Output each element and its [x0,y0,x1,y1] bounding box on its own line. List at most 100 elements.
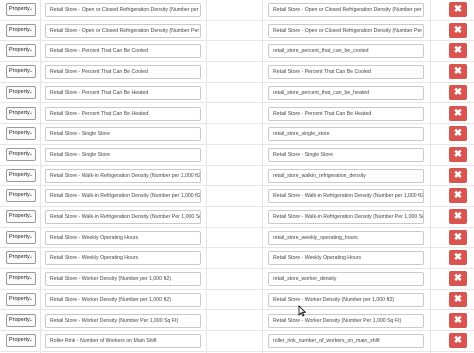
field-name-input[interactable]: Retail Store - Percent That Can Be Coole… [45,65,201,80]
type-select[interactable]: Property ⌄ [6,272,36,286]
field-key-input[interactable]: Retail Store - Worker Density (Number pe… [268,292,424,307]
field-name-input[interactable]: Retail Store - Percent That Can Be Coole… [45,44,201,59]
field-name-input[interactable]: Retail Store - Percent That Can Be Heate… [45,106,201,121]
delete-row-button[interactable]: ✖ [449,291,467,307]
delete-row-button[interactable]: ✖ [449,188,467,204]
type-select[interactable]: Property ⌄ [6,147,36,161]
delete-row-button[interactable]: ✖ [449,126,467,142]
field-name-input[interactable]: Retail Store - Walk-in Refrigeration Den… [45,210,201,224]
type-select-value: Property [9,26,30,33]
delete-row-button[interactable]: ✖ [449,167,467,183]
chevron-down-icon: ⌄ [28,275,33,282]
delete-row-button[interactable]: ✖ [449,333,467,349]
chevron-down-icon: ⌄ [28,233,33,240]
type-select-value: Property [9,192,30,199]
field-name-input[interactable]: Retail Store - Worker Density (Number pe… [45,292,201,307]
field-name-input[interactable]: Retail Store - Worker Density (Number pe… [45,272,201,287]
field-name-input[interactable]: Retail Store - Percent That Can Be Heate… [45,85,201,100]
field-name-input[interactable]: Retail Store - Walk-in Refrigeration Den… [45,189,201,204]
delete-row-button[interactable]: ✖ [449,312,467,328]
table-row: Property ⌄ Retail Store - Walk-in Refriger… [0,166,474,187]
table-row: Property ⌄ Retail Store - Open or Closed R… [0,0,474,21]
chevron-down-icon: ⌄ [28,26,33,33]
mouse-cursor-icon [298,305,306,317]
close-icon: ✖ [453,211,463,222]
type-select-value: Property [9,171,30,178]
close-icon: ✖ [453,66,463,78]
type-select[interactable]: Property ⌄ [6,334,36,348]
delete-row-button[interactable]: ✖ [449,64,467,80]
field-key-input[interactable]: Retail Store - Walk-in Refrigeration Den… [268,189,424,204]
table-row: Property ⌄ Retail Store - Percent That Can… [0,62,474,83]
delete-row-button[interactable]: ✖ [449,105,467,121]
type-select[interactable]: Property ⌄ [6,313,36,327]
type-select[interactable]: Property ⌄ [6,85,36,99]
type-select-value: Property [9,233,30,240]
field-key-input[interactable]: retail_store_single_store [268,127,424,142]
table-row: Property ⌄ Roller Rink - Number of Workers… [0,331,474,352]
field-name-input[interactable]: Retail Store - Walk-in Refrigeration Den… [45,168,201,183]
field-key-input[interactable]: Retail Store - Open or Closed Refrigerat… [268,3,424,17]
type-select-value: Property [9,68,30,75]
table-row: Property ⌄ Retail Store - Walk-in Refriger… [0,186,474,207]
type-select[interactable]: Property ⌄ [6,65,36,79]
close-icon: ✖ [453,231,463,243]
field-name-input[interactable]: Retail Store - Worker Density (Number Pe… [45,313,201,328]
delete-row-button[interactable]: ✖ [449,229,467,245]
type-select[interactable]: Property ⌄ [6,210,36,223]
close-icon: ✖ [453,107,463,119]
chevron-down-icon: ⌄ [28,130,33,137]
field-key-input[interactable]: Retail Store - Single Store [268,147,424,162]
field-key-input[interactable]: retail_store_walkin_refrigeration_densit… [268,168,424,183]
delete-row-button[interactable]: ✖ [449,250,467,266]
field-name-input[interactable]: Retail Store - Weekly Operating Hours [45,230,201,245]
field-name-input[interactable]: Roller Rink - Number of Workers on Main … [45,334,201,349]
field-key-input[interactable]: roller_rink_number_of_workers_on_main_sh… [268,334,424,349]
close-icon: ✖ [453,335,463,347]
type-select-value: Property [9,254,30,261]
delete-row-button[interactable]: ✖ [449,146,467,162]
delete-row-button[interactable]: ✖ [449,43,467,59]
field-name-input[interactable]: Retail Store - Open or Closed Refrigerat… [45,23,201,38]
field-key-input[interactable]: Retail Store - Percent That Can Be Coole… [268,65,424,80]
type-select[interactable]: Property ⌄ [6,292,36,306]
field-key-input[interactable]: retail_store_worker_density [268,272,424,287]
delete-row-button[interactable]: ✖ [449,22,467,38]
field-name-input[interactable]: Retail Store - Open or Closed Refrigerat… [45,3,201,17]
type-select[interactable]: Property ⌄ [6,189,36,203]
field-key-input[interactable]: Retail Store - Percent That Can Be Heate… [268,106,424,121]
table-row: Property ⌄ Retail Store - Worker Density (… [0,290,474,311]
table-row: Property ⌄ Retail Store - Percent That Can… [0,104,474,125]
field-name-input[interactable]: Retail Store - Weekly Operating Hours [45,251,201,266]
chevron-down-icon: ⌄ [28,47,33,54]
type-select[interactable]: Property ⌄ [6,44,36,58]
chevron-down-icon: ⌄ [28,171,33,178]
type-select[interactable]: Property ⌄ [6,127,36,141]
type-select[interactable]: Property ⌄ [6,3,36,16]
field-key-input[interactable]: Retail Store - Walk-in Refrigeration Den… [268,210,424,224]
field-key-input[interactable]: Retail Store - Worker Density (Number Pe… [268,313,424,328]
type-select[interactable]: Property ⌄ [6,106,36,120]
type-select[interactable]: Property ⌄ [6,168,36,182]
field-key-input[interactable]: retail_store_percent_that_can_be_cooled [268,44,424,59]
field-name-input[interactable]: Retail Store - Single Store [45,147,201,162]
field-key-input[interactable]: retail_store_percent_that_can_be_heated [268,85,424,100]
close-icon: ✖ [453,252,463,264]
type-select-value: Property [9,275,30,282]
type-select-value: Property [9,295,30,302]
delete-row-button[interactable]: ✖ [449,84,467,100]
table-row: Property ⌄ Retail Store - Single Store Reta… [0,145,474,166]
type-select[interactable]: Property ⌄ [6,251,36,265]
field-name-input[interactable]: Retail Store - Single Store [45,127,201,142]
delete-row-button[interactable]: ✖ [449,271,467,287]
type-select[interactable]: Property ⌄ [6,23,36,37]
field-key-input[interactable]: Retail Store - Open or Closed Refrigerat… [268,23,424,38]
chevron-down-icon: ⌄ [28,150,33,157]
type-select[interactable]: Property ⌄ [6,230,36,244]
close-icon: ✖ [453,273,463,285]
field-key-input[interactable]: retail_store_weekly_operating_hours [268,230,424,245]
chevron-down-icon: ⌄ [28,316,33,323]
field-key-input[interactable]: Retail Store - Weekly Operating Hours [268,251,424,266]
delete-row-button[interactable]: ✖ [449,2,467,17]
delete-row-button[interactable]: ✖ [449,209,467,224]
